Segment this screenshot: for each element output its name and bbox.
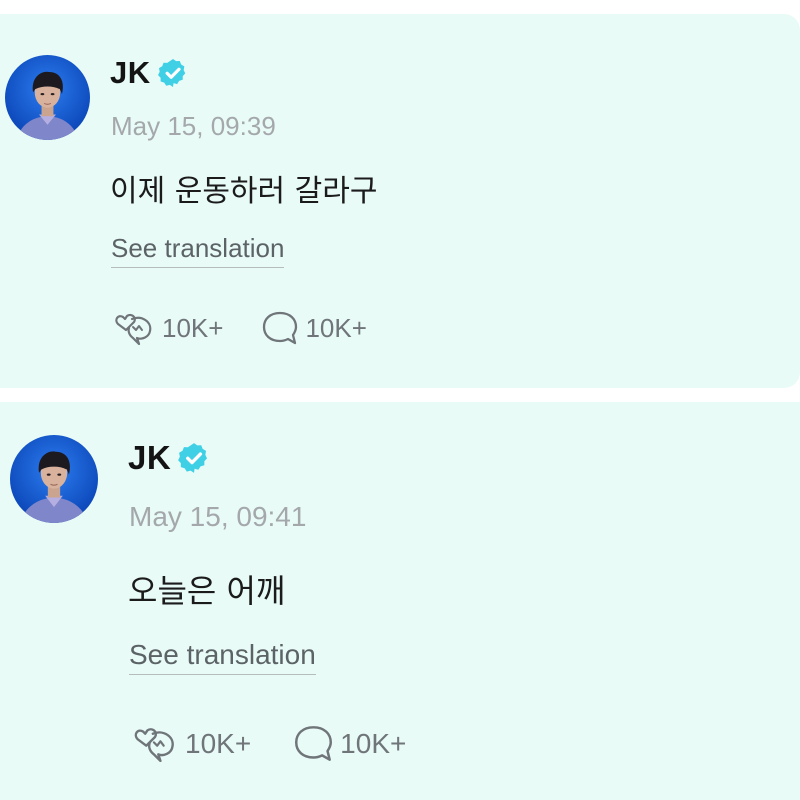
post-text: 이제 운동하러 갈라구 (110, 174, 378, 209)
verified-badge-icon (157, 57, 189, 89)
post-card: JK May 15, 09:41 오늘은 어깨 See translation … (0, 402, 800, 800)
avatar-image (5, 55, 90, 140)
heart-wave-icon (131, 725, 179, 762)
avatar[interactable] (10, 435, 98, 523)
speech-bubble-icon (293, 724, 334, 763)
comment-button[interactable]: 10K+ (293, 724, 406, 763)
reaction-button[interactable]: 10K+ (131, 725, 251, 762)
reaction-count: 10K+ (185, 727, 252, 759)
comment-count: 10K+ (340, 727, 407, 759)
heart-wave-icon (112, 311, 156, 345)
post-card: JK May 15, 09:39 이제 운동하러 갈라구 See transla… (0, 14, 800, 388)
speech-bubble-icon (261, 310, 299, 346)
comment-count: 10K+ (305, 312, 367, 343)
post-timestamp: May 15, 09:41 (129, 501, 307, 532)
verified-badge-icon (177, 441, 211, 475)
author-row: JK (128, 439, 211, 477)
post-timestamp: May 15, 09:39 (111, 111, 276, 141)
avatar-image (10, 435, 98, 523)
see-translation-link[interactable]: See translation (129, 639, 316, 675)
author-row: JK (110, 55, 189, 91)
author-name[interactable]: JK (128, 439, 171, 477)
post-actions: 10K+ 10K+ (112, 310, 367, 346)
post-text: 오늘은 어깨 (128, 572, 286, 610)
avatar[interactable] (5, 55, 90, 140)
reaction-button[interactable]: 10K+ (112, 311, 223, 345)
see-translation-link[interactable]: See translation (111, 233, 285, 268)
author-name[interactable]: JK (110, 55, 151, 91)
post-actions: 10K+ 10K+ (131, 724, 406, 763)
reaction-count: 10K+ (162, 312, 224, 343)
comment-button[interactable]: 10K+ (261, 310, 367, 346)
